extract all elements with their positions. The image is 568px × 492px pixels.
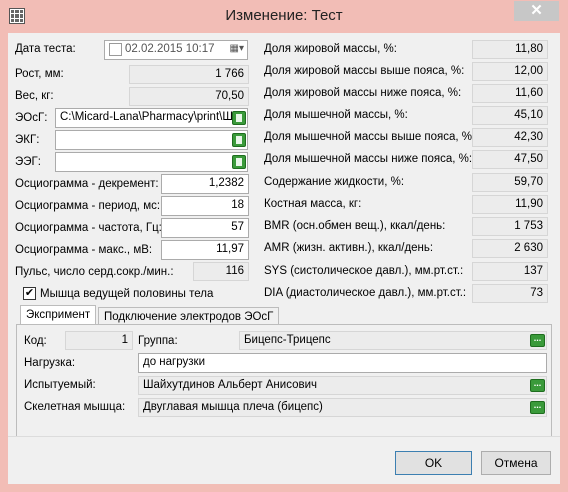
leading-half-label: Мышца ведущей половины тела	[40, 288, 214, 300]
muscle-label: Скелетная мышца:	[24, 401, 126, 413]
test-date-label: Дата теста:	[15, 43, 76, 55]
muscle-picker-button[interactable]: ...	[530, 401, 545, 414]
amr-label: AMR (жизн. активн.), ккал/день:	[264, 242, 434, 254]
fluid-content-value: 59,70	[472, 173, 548, 192]
group-picker-button[interactable]: ...	[530, 334, 545, 347]
sys-value: 137	[472, 262, 548, 281]
calendar-dropdown-icon[interactable]: ▦▾	[230, 43, 244, 54]
muscle-value: Двуглавая мышца плеча (бицепс)	[138, 398, 547, 417]
muscle-mass-value: 45,10	[472, 106, 548, 125]
close-button[interactable]: ✕	[514, 1, 559, 21]
decrement-field[interactable]: 1,2382	[161, 174, 249, 194]
period-field[interactable]: 18	[161, 196, 249, 216]
bmr-label: BMR (осн.обмен вещ.), ккал/день:	[264, 220, 446, 232]
period-label: Осциограмма - период, мс:	[15, 200, 161, 212]
title-bar: Изменение: Тест ✕	[0, 0, 568, 33]
pulse-label: Пульс, число серд.сокр./мин.:	[15, 266, 174, 278]
ekg-file-picker-icon[interactable]	[232, 133, 246, 147]
weight-value: 70,50	[129, 87, 249, 106]
eosg-file-picker-icon[interactable]	[232, 111, 246, 125]
window-title: Изменение: Тест	[225, 7, 343, 24]
load-label: Нагрузка:	[24, 357, 76, 369]
eeg-file-picker-icon[interactable]	[232, 155, 246, 169]
dia-label: DIA (диастолическое давл.), мм.рт.ст.:	[264, 287, 467, 299]
test-date-picker[interactable]: 02.02.2015 10:17 ▦▾	[104, 40, 248, 60]
subject-picker-button[interactable]: ...	[530, 379, 545, 392]
fat-mass-value: 11,80	[472, 40, 548, 59]
muscle-mass-lower-label: Доля мышечной массы ниже пояса, %:	[264, 153, 473, 165]
group-label: Группа:	[138, 335, 178, 347]
frequency-field[interactable]: 57	[161, 218, 249, 238]
frequency-label: Осциограмма - частота, Гц:	[15, 222, 162, 234]
eosg-path-field[interactable]: C:\Micard-Lana\Pharmacy\print\Ша	[55, 108, 248, 128]
load-field[interactable]: до нагрузки	[138, 353, 547, 373]
height-label: Рост, мм:	[15, 68, 64, 80]
fat-mass-lower-value: 11,60	[472, 84, 548, 103]
fat-mass-label: Доля жировой массы, %:	[264, 43, 397, 55]
dia-value: 73	[472, 284, 548, 303]
fat-mass-lower-label: Доля жировой массы ниже пояса, %:	[264, 87, 462, 99]
muscle-mass-label: Доля мышечной массы, %:	[264, 109, 408, 121]
cancel-button[interactable]: Отмена	[481, 451, 551, 475]
group-value: Бицепс-Трицепс	[239, 331, 547, 350]
subject-value: Шайхутдинов Альберт Анисович	[138, 376, 547, 395]
dialog-body: Дата теста: 02.02.2015 10:17 ▦▾ Рост, мм…	[8, 33, 560, 484]
height-value: 1 766	[129, 65, 249, 84]
amr-value: 2 630	[472, 239, 548, 258]
bmr-value: 1 753	[472, 217, 548, 236]
pulse-value: 116	[193, 262, 249, 281]
ekg-label: ЭКГ:	[15, 134, 40, 146]
sys-label: SYS (систолическое давл.), мм.рт.ст.:	[264, 265, 464, 277]
dialog-footer: OK Отмена	[8, 436, 560, 484]
leading-half-checkbox[interactable]: ✔	[23, 287, 36, 300]
test-date-value: 02.02.2015 10:17	[125, 43, 215, 55]
eeg-label: ЭЭГ:	[15, 156, 41, 168]
decrement-label: Осциограмма - декремент:	[15, 178, 159, 190]
eeg-path-field[interactable]	[55, 152, 248, 172]
muscle-mass-upper-value: 42,30	[472, 128, 548, 147]
code-value: 1	[65, 331, 133, 350]
weight-label: Вес, кг:	[15, 90, 54, 102]
muscle-mass-lower-value: 47,50	[472, 150, 548, 169]
bone-mass-value: 11,90	[472, 195, 548, 214]
eosg-label: ЭОсГ:	[15, 112, 48, 124]
bone-mass-label: Костная масса, кг:	[264, 198, 362, 210]
fat-mass-upper-label: Доля жировой массы выше пояса, %:	[264, 65, 465, 77]
max-label: Осциограмма - макс., мВ:	[15, 244, 153, 256]
muscle-mass-upper-label: Доля мышечной массы выше пояса, %:	[264, 131, 476, 143]
fluid-content-label: Содержание жидкости, %:	[264, 176, 405, 188]
ekg-path-field[interactable]	[55, 130, 248, 150]
code-label: Код:	[24, 335, 47, 347]
ok-button[interactable]: OK	[395, 451, 472, 475]
max-field[interactable]: 11,97	[161, 240, 249, 260]
subject-label: Испытуемый:	[24, 379, 96, 391]
date-enable-checkbox[interactable]	[109, 43, 122, 56]
fat-mass-upper-value: 12,00	[472, 62, 548, 81]
